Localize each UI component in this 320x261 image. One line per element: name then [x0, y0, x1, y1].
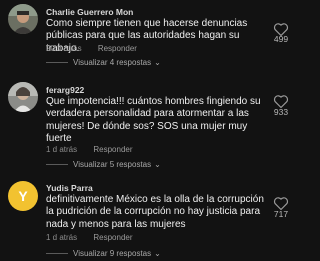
reply-button[interactable]: Responder: [93, 233, 132, 242]
chevron-down-icon: ⌄: [154, 249, 161, 258]
avatar[interactable]: [8, 82, 38, 112]
comment-username[interactable]: Yudis Parra: [46, 183, 93, 193]
comment-username[interactable]: ferarg922: [46, 85, 84, 95]
replies-divider: [46, 253, 68, 254]
like-count: 499: [273, 34, 289, 44]
replies-divider: [46, 62, 68, 63]
view-replies-label: Visualizar 9 respostas: [73, 249, 152, 258]
comment-item: Charlie Guerrero Mon Como siempre tienen…: [0, 0, 300, 78]
view-replies-button[interactable]: Visualizar 4 respostas ⌄: [46, 58, 161, 67]
user-photo-icon: [8, 82, 38, 112]
comment-text: definitivamente México es la olla de la …: [46, 194, 264, 230]
view-replies-button[interactable]: Visualizar 5 respostas ⌄: [46, 160, 161, 169]
comment-meta: 20 h atrás Responder: [46, 44, 137, 53]
like-count: 717: [273, 209, 289, 219]
comment-text: Que impotencia!!! cuántos hombres fingie…: [46, 96, 261, 145]
like-count-wrap: 717: [268, 208, 294, 219]
reply-button[interactable]: Responder: [93, 145, 132, 154]
chevron-down-icon: ⌄: [154, 160, 161, 169]
view-replies-button[interactable]: Visualizar 9 respostas ⌄: [46, 249, 161, 258]
comment-username[interactable]: Charlie Guerrero Mon: [46, 7, 133, 17]
replies-divider: [46, 164, 68, 165]
like-count-wrap: 499: [268, 33, 294, 44]
comment-time: 1 d atrás: [46, 233, 78, 242]
comment-time: 20 h atrás: [46, 44, 82, 53]
user-photo-icon: [8, 4, 38, 34]
avatar[interactable]: Y: [8, 181, 38, 211]
comment-meta: 1 d atrás Responder: [46, 233, 133, 242]
like-count: 933: [273, 107, 289, 117]
view-replies-label: Visualizar 5 respostas: [73, 160, 152, 169]
comment-item: ferarg922 Que impotencia!!! cuántos homb…: [0, 78, 300, 174]
reply-button[interactable]: Responder: [98, 44, 137, 53]
chevron-down-icon: ⌄: [154, 58, 161, 67]
view-replies-label: Visualizar 4 respostas: [73, 58, 152, 67]
avatar[interactable]: [8, 4, 38, 34]
comment-time: 1 d atrás: [46, 145, 78, 154]
comment-meta: 1 d atrás Responder: [46, 145, 133, 154]
like-count-wrap: 933: [268, 106, 294, 117]
comment-item: Y Yudis Parra definitivamente México es …: [0, 174, 300, 261]
avatar-letter: Y: [18, 188, 28, 204]
